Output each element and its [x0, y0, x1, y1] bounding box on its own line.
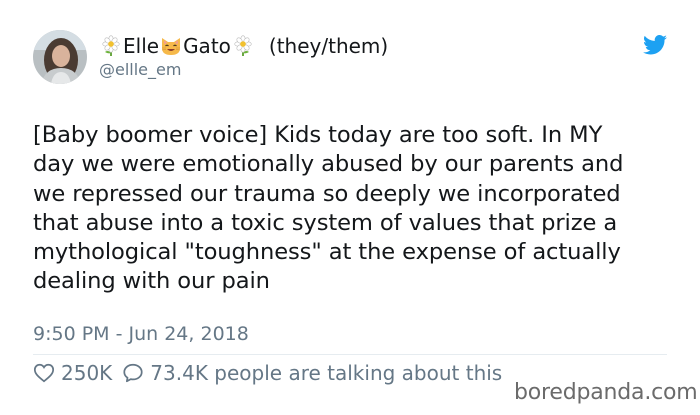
display-name-part1: Elle: [123, 34, 160, 58]
daisy-flower-icon: [234, 35, 252, 56]
display-name-part2: Gato: [183, 34, 231, 58]
like-count[interactable]: 250K: [61, 360, 112, 386]
replies-summary[interactable]: 73.4K people are talking about this: [150, 360, 502, 386]
heart-icon[interactable]: [33, 362, 55, 384]
tweet-actions: 250K 73.4K people are talking about this: [33, 360, 502, 386]
user-handle[interactable]: @ellle_em: [99, 60, 181, 80]
speech-bubble-icon[interactable]: [122, 362, 144, 384]
display-name[interactable]: Elle Gato (they/them): [99, 33, 388, 59]
avatar[interactable]: [33, 30, 87, 84]
divider: [33, 354, 667, 355]
tweet-timestamp[interactable]: 9:50 PM - Jun 24, 2018: [33, 322, 249, 346]
daisy-flower-icon: [102, 35, 120, 56]
cat-face-icon: [162, 38, 181, 55]
pronouns: (they/them): [268, 34, 389, 58]
watermark: boredpanda.com: [508, 379, 700, 407]
tweet-text: [Baby boomer voice] Kids today are too s…: [33, 122, 624, 295]
twitter-bird-icon[interactable]: [643, 35, 667, 55]
tweet-card: Elle Gato (they/them) @ellle_em [Baby bo…: [0, 0, 700, 415]
